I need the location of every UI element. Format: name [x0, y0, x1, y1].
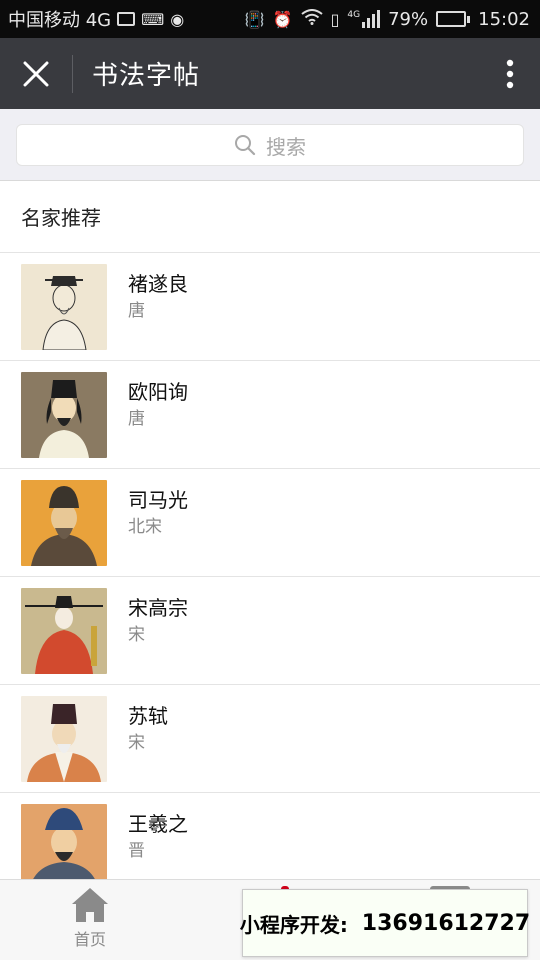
sim-icon: ▯ [330, 9, 340, 29]
list-item[interactable]: 宋高宗 宋 [0, 577, 540, 685]
clock: 15:02 [478, 8, 530, 30]
battery-icon [436, 11, 471, 27]
battery-percent: 79% [388, 8, 429, 30]
signal-icon: 4G [347, 10, 381, 28]
list-item[interactable]: 欧阳询 唐 [0, 361, 540, 469]
keyboard-icon: ⌨ [141, 9, 165, 29]
list-item[interactable]: 司马光 北宋 [0, 469, 540, 577]
tab-home[interactable]: 首页 [50, 886, 130, 956]
calligrapher-name: 司马光 [128, 488, 188, 512]
promo-label: 小程序开发: [239, 912, 348, 937]
home-icon [72, 888, 108, 922]
calligrapher-era: 宋 [128, 625, 145, 645]
carrier-label: 中国移动 4G [8, 10, 112, 31]
promo-banner: 小程序开发: 13691612727 [239, 889, 531, 957]
notification-icon: ◉ [170, 9, 185, 29]
alarm-icon: ⏰ [272, 9, 293, 29]
search-input[interactable]: 搜索 [16, 124, 524, 166]
calligrapher-era: 唐 [128, 301, 145, 321]
title-bar: 书法字帖 [0, 38, 540, 109]
title-divider [72, 54, 73, 93]
calligrapher-name: 宋高宗 [128, 596, 188, 620]
calligrapher-era: 宋 [128, 733, 145, 753]
calligrapher-era: 唐 [128, 409, 145, 429]
close-button[interactable] [0, 38, 72, 109]
search-placeholder: 搜索 [266, 134, 306, 159]
calligrapher-era: 晋 [128, 841, 145, 861]
network-type-label: 4G [347, 10, 361, 20]
section-title: 名家推荐 [0, 181, 540, 253]
portrait-image [21, 696, 107, 782]
list-item[interactable]: 褚遂良 唐 [0, 253, 540, 361]
portrait-image [21, 588, 107, 674]
portrait-image [21, 480, 107, 566]
list-item[interactable]: 苏轼 宋 [0, 685, 540, 793]
portrait-image [21, 264, 107, 350]
promo-phone: 13691612727 [361, 910, 531, 936]
close-icon [23, 61, 49, 86]
more-icon [506, 59, 514, 88]
portrait-image [21, 372, 107, 458]
calligrapher-era: 北宋 [128, 517, 162, 537]
status-bar: 中国移动 4G ⌨ ◉ 📳 ⏰ ▯ 4G 79% 15:02 [0, 0, 540, 38]
more-menu-button[interactable] [480, 38, 540, 109]
calligrapher-list: 褚遂良 唐 欧阳询 唐 司马光 北宋 宋高宗 宋 苏轼 宋 王羲之 晋 [0, 253, 540, 901]
search-icon [235, 135, 256, 156]
image-icon [117, 12, 136, 26]
page-title: 书法字帖 [92, 61, 201, 91]
calligrapher-name: 苏轼 [128, 704, 168, 728]
calligrapher-name: 褚遂良 [128, 272, 188, 296]
portrait-image [21, 804, 107, 890]
tab-home-label: 首页 [73, 930, 106, 949]
search-area: 搜索 [0, 109, 540, 181]
calligrapher-name: 欧阳询 [128, 380, 188, 404]
vibrate-icon: 📳 [244, 9, 265, 29]
wifi-icon [300, 9, 323, 29]
calligrapher-name: 王羲之 [128, 812, 188, 836]
